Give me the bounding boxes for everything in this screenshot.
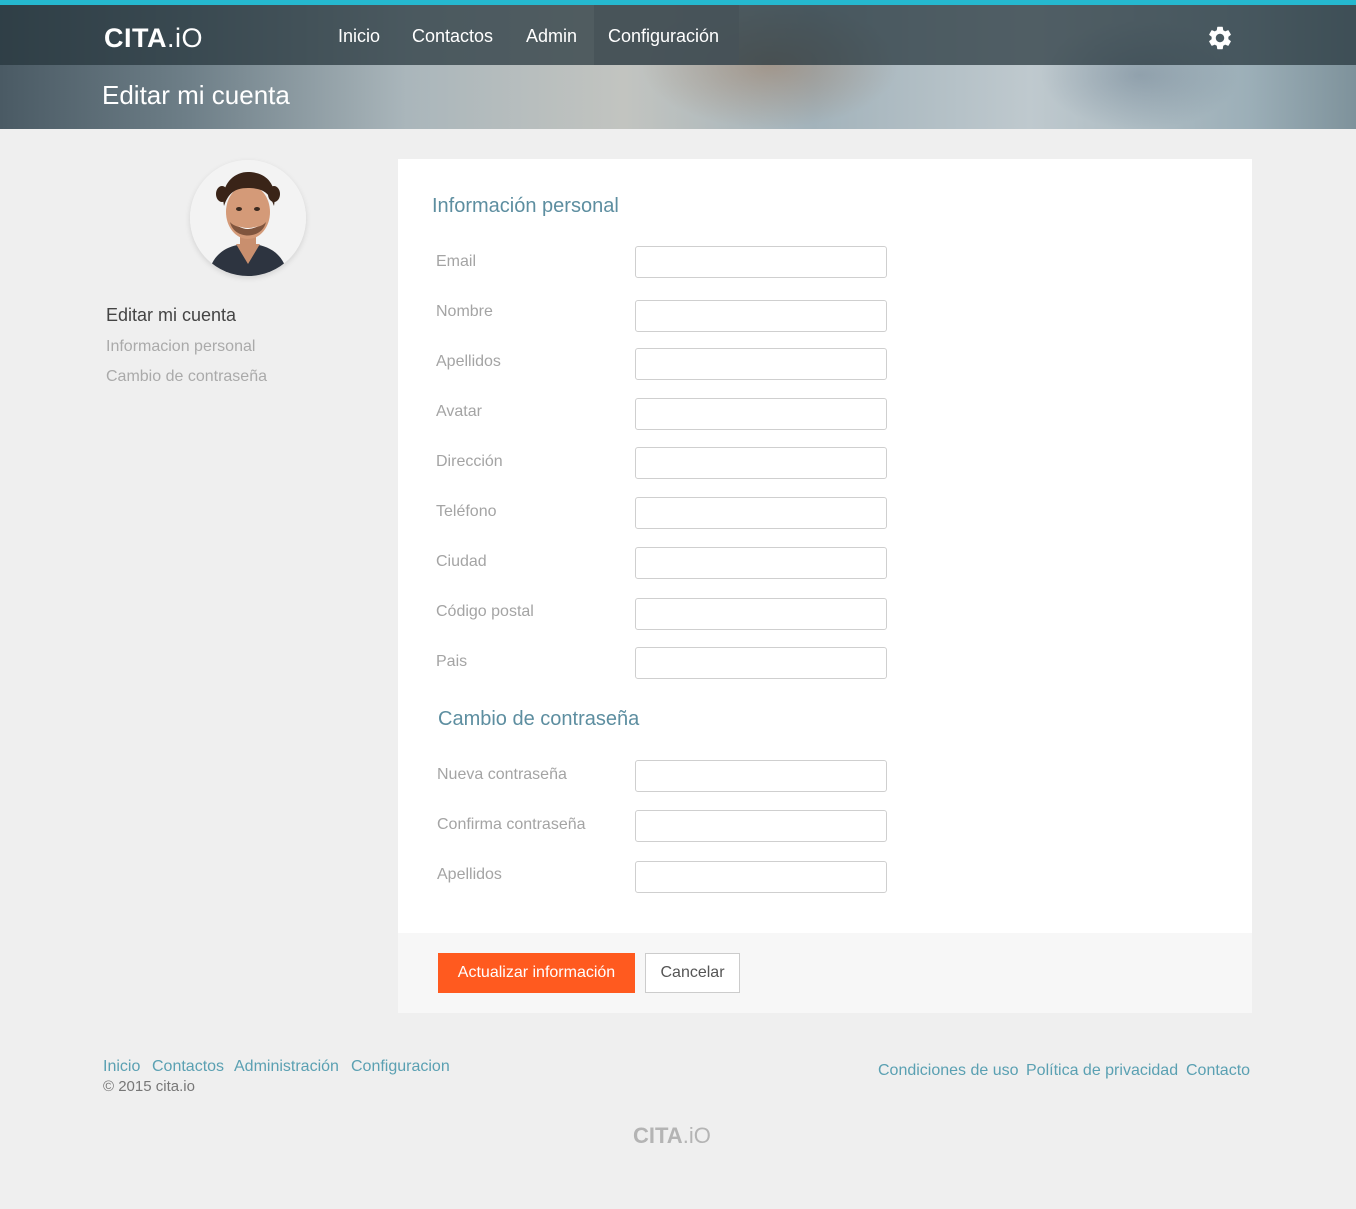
- footer-logo-bold: CITA: [633, 1123, 683, 1148]
- sidebar-title: Editar mi cuenta: [106, 305, 237, 325]
- footer-link-configuracion[interactable]: Configuracion: [351, 1058, 450, 1076]
- label-email: Email: [436, 253, 477, 270]
- logo-light: .iO: [167, 23, 204, 53]
- footer-logo: CITA.iO: [633, 1123, 711, 1149]
- label-pais: Pais: [436, 653, 468, 670]
- copyright: © 2015 cita.io: [103, 1078, 195, 1095]
- update-info-button[interactable]: Actualizar información: [438, 953, 635, 993]
- gear-icon[interactable]: [1206, 24, 1234, 52]
- avatar: [190, 160, 306, 276]
- email-field[interactable]: [635, 246, 887, 278]
- label-confirma-contrasena: Confirma contraseña: [437, 816, 586, 833]
- telefono-field[interactable]: [635, 497, 887, 529]
- footer-link-administracion[interactable]: Administración: [234, 1058, 339, 1076]
- codigo-postal-field[interactable]: [635, 598, 887, 630]
- nombre-field[interactable]: [635, 300, 887, 332]
- label-nombre: Nombre: [436, 303, 493, 320]
- logo-bold: CITA: [104, 23, 167, 53]
- cancel-button[interactable]: Cancelar: [645, 953, 740, 993]
- nav-contactos[interactable]: Contactos: [398, 5, 507, 65]
- nav-inicio[interactable]: Inicio: [324, 5, 394, 65]
- label-ciudad: Ciudad: [436, 553, 487, 570]
- section-password-title: Cambio de contraseña: [438, 708, 640, 730]
- footer-link-privacidad[interactable]: Política de privacidad: [1026, 1062, 1178, 1080]
- ciudad-field[interactable]: [635, 547, 887, 579]
- nav-configuracion[interactable]: Configuración: [594, 5, 739, 65]
- apellidos-2-field[interactable]: [635, 861, 887, 893]
- label-direccion: Dirección: [436, 453, 503, 470]
- label-apellidos-2: Apellidos: [437, 866, 502, 883]
- page-title: Editar mi cuenta: [102, 80, 290, 110]
- footer-logo-light: .iO: [682, 1123, 711, 1148]
- label-telefono: Teléfono: [436, 503, 497, 520]
- header-banner: CITA.iO Inicio Contactos Admin Configura…: [0, 0, 1356, 129]
- footer-link-condiciones[interactable]: Condiciones de uso: [878, 1062, 1019, 1080]
- logo[interactable]: CITA.iO: [104, 23, 203, 53]
- confirm-password-field[interactable]: [635, 810, 887, 842]
- label-codigo-postal: Código postal: [436, 603, 534, 620]
- user-photo: [190, 160, 306, 276]
- label-apellidos: Apellidos: [436, 353, 501, 370]
- section-personal-title: Información personal: [432, 195, 619, 217]
- top-navbar: CITA.iO Inicio Contactos Admin Configura…: [0, 5, 1356, 65]
- apellidos-field[interactable]: [635, 348, 887, 380]
- footer-link-contactos[interactable]: Contactos: [152, 1058, 224, 1076]
- footer-link-contacto[interactable]: Contacto: [1186, 1062, 1250, 1080]
- pais-field[interactable]: [635, 647, 887, 679]
- direccion-field[interactable]: [635, 447, 887, 479]
- label-avatar: Avatar: [436, 403, 482, 420]
- avatar-field[interactable]: [635, 398, 887, 430]
- sidebar-link-informacion-personal[interactable]: Informacion personal: [106, 338, 255, 356]
- nav-admin[interactable]: Admin: [512, 5, 591, 65]
- sidebar-link-cambio-contrasena[interactable]: Cambio de contraseña: [106, 368, 267, 386]
- label-nueva-contrasena: Nueva contraseña: [437, 766, 567, 783]
- new-password-field[interactable]: [635, 760, 887, 792]
- footer-link-inicio[interactable]: Inicio: [103, 1058, 140, 1076]
